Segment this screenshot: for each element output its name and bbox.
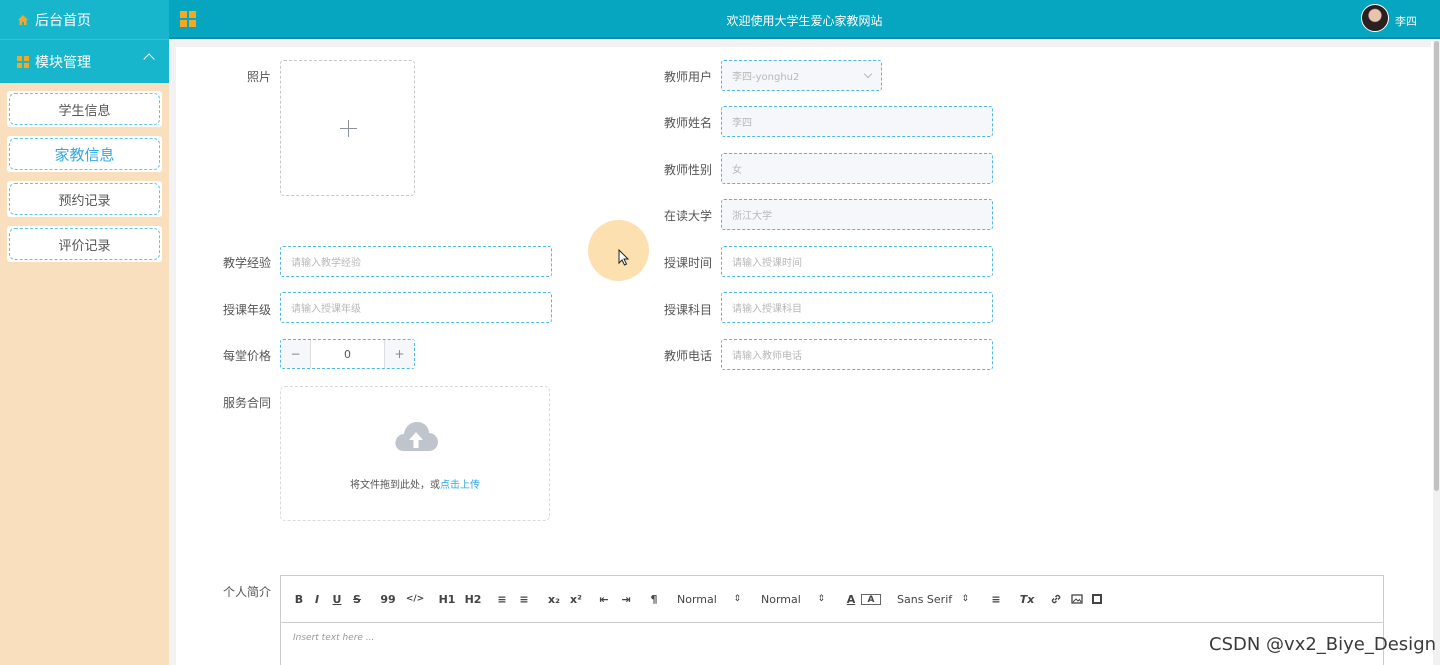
plus-icon-vertical	[348, 120, 349, 137]
strike-button[interactable]: S	[347, 589, 367, 609]
clean-format-button[interactable]: Tx	[1015, 589, 1039, 609]
underline-button[interactable]: U	[327, 589, 347, 609]
sidebar: 后台首页 模块管理 学生信息 家教信息 预约记录 评价记录	[0, 0, 169, 665]
teacher-gender-label: 教师性别	[663, 163, 712, 177]
sidebar-item-label: 评价记录	[9, 228, 160, 260]
ordered-list-button[interactable]: ≡	[491, 589, 513, 609]
h2-button[interactable]: H2	[461, 589, 485, 609]
sidebar-group-label: 模块管理	[35, 54, 91, 71]
teacher-user-value: 李四-yonghu2	[732, 72, 800, 83]
italic-button[interactable]: I	[307, 589, 327, 609]
dropzone-hint: 将文件拖到此处，或	[350, 480, 440, 491]
sidebar-item-label: 家教信息	[9, 138, 160, 170]
sidebar-item-student[interactable]: 学生信息	[7, 91, 162, 127]
teacher-gender-input[interactable]: 女	[721, 153, 993, 184]
photo-upload[interactable]	[280, 60, 415, 196]
grade-label: 授课年级	[222, 303, 271, 317]
chevron-up-icon	[143, 53, 155, 65]
align-button[interactable]: ≡	[985, 589, 1007, 609]
chevron-down-icon	[863, 69, 873, 79]
sidebar-item-tutor[interactable]: 家教信息	[7, 136, 162, 172]
font-color-button[interactable]: A	[841, 589, 861, 609]
updown-icon: ⇕	[733, 594, 741, 604]
editor-toolbar: B I U S 99 </> H1 H2 ≡ ≡ x₂ x² ⇤ ⇥ ¶ Nor…	[281, 576, 1383, 623]
scrollbar-thumb[interactable]	[1434, 41, 1439, 491]
sidebar-home-link[interactable]: 后台首页	[0, 0, 169, 39]
cloud-upload-icon	[395, 422, 438, 451]
intro-label: 个人简介	[222, 585, 271, 599]
teaching-time-input[interactable]: 请输入授课时间	[721, 246, 993, 277]
price-value[interactable]: 0	[311, 340, 384, 368]
sidebar-group-module[interactable]: 模块管理	[0, 39, 169, 83]
watermark: CSDN @vx2_Biye_Design	[1209, 634, 1437, 655]
grade-input[interactable]: 请输入授课年级	[280, 292, 552, 323]
price-stepper[interactable]: − 0 +	[280, 339, 415, 369]
updown-icon: ⇕	[961, 594, 969, 604]
price-label: 每堂价格	[222, 349, 271, 363]
sidebar-item-label: 学生信息	[9, 93, 160, 125]
dropzone-text: 将文件拖到此处，或点击上传	[281, 476, 549, 491]
contract-dropzone[interactable]: 将文件拖到此处，或点击上传	[280, 386, 550, 521]
updown-icon: ⇕	[817, 594, 825, 604]
contract-label: 服务合同	[222, 396, 271, 410]
link-button[interactable]	[1045, 589, 1067, 609]
phone-input[interactable]: 请输入教师电话	[721, 339, 993, 370]
text-direction-button[interactable]: ¶	[643, 589, 665, 609]
subscript-button[interactable]: x₂	[543, 589, 565, 609]
top-header: 欢迎使用大学生爱心家教网站 李四	[169, 0, 1440, 39]
header-title: 欢迎使用大学生爱心家教网站	[726, 14, 883, 28]
font-select[interactable]: Sans Serif ⇕	[897, 589, 979, 609]
decrement-button[interactable]: −	[281, 340, 311, 368]
teaching-exp-label: 教学经验	[222, 256, 271, 270]
teacher-user-label: 教师用户	[663, 70, 712, 84]
mouse-cursor-icon	[618, 249, 630, 266]
sidebar-item-label: 预约记录	[9, 183, 160, 215]
subject-input[interactable]: 请输入授课科目	[721, 292, 993, 323]
university-input[interactable]: 浙江大学	[721, 199, 993, 230]
bold-button[interactable]: B	[291, 589, 307, 609]
code-button[interactable]: </>	[403, 589, 427, 609]
subject-label: 授课科目	[663, 303, 712, 317]
bullet-list-button[interactable]: ≡	[513, 589, 535, 609]
phone-label: 教师电话	[663, 349, 712, 363]
increment-button[interactable]: +	[384, 340, 414, 368]
video-button[interactable]	[1087, 589, 1107, 609]
size-select[interactable]: Normal ⇕	[677, 589, 751, 609]
sidebar-item-booking[interactable]: 预约记录	[7, 181, 162, 217]
size-select-value: Normal	[677, 592, 717, 606]
avatar[interactable]	[1361, 4, 1389, 32]
sidebar-home-label: 后台首页	[35, 12, 91, 29]
background-color-button[interactable]: A	[861, 594, 881, 605]
link-icon	[1051, 594, 1061, 604]
blockquote-button[interactable]: 99	[373, 589, 403, 609]
header-select-value: Normal	[761, 592, 801, 606]
module-grid-icon	[17, 55, 29, 68]
header-select[interactable]: Normal ⇕	[761, 589, 835, 609]
page-scrollbar[interactable]	[1433, 41, 1440, 665]
image-icon	[1071, 594, 1083, 604]
photo-label: 照片	[246, 70, 271, 84]
teacher-name-label: 教师姓名	[663, 116, 712, 130]
header-username[interactable]: 李四	[1395, 13, 1417, 29]
font-select-value: Sans Serif	[897, 592, 953, 606]
teacher-name-input[interactable]: 李四	[721, 106, 993, 137]
teacher-user-select[interactable]: 李四-yonghu2	[721, 60, 882, 91]
h1-button[interactable]: H1	[433, 589, 461, 609]
home-icon	[18, 14, 28, 25]
image-button[interactable]	[1067, 589, 1087, 609]
sidebar-item-review[interactable]: 评价记录	[7, 226, 162, 262]
superscript-button[interactable]: x²	[565, 589, 587, 609]
university-label: 在读大学	[663, 209, 712, 223]
sidebar-menu: 学生信息 家教信息 预约记录 评价记录	[0, 83, 169, 279]
app-root: 后台首页 模块管理 学生信息 家教信息 预约记录 评价记录 欢迎使用大学生爱心家…	[0, 0, 1440, 665]
teaching-exp-input[interactable]: 请输入教学经验	[280, 246, 552, 277]
video-icon	[1092, 594, 1102, 604]
indent-button[interactable]: ⇥	[615, 589, 637, 609]
outdent-button[interactable]: ⇤	[593, 589, 615, 609]
click-upload-link[interactable]: 点击上传	[440, 480, 480, 491]
